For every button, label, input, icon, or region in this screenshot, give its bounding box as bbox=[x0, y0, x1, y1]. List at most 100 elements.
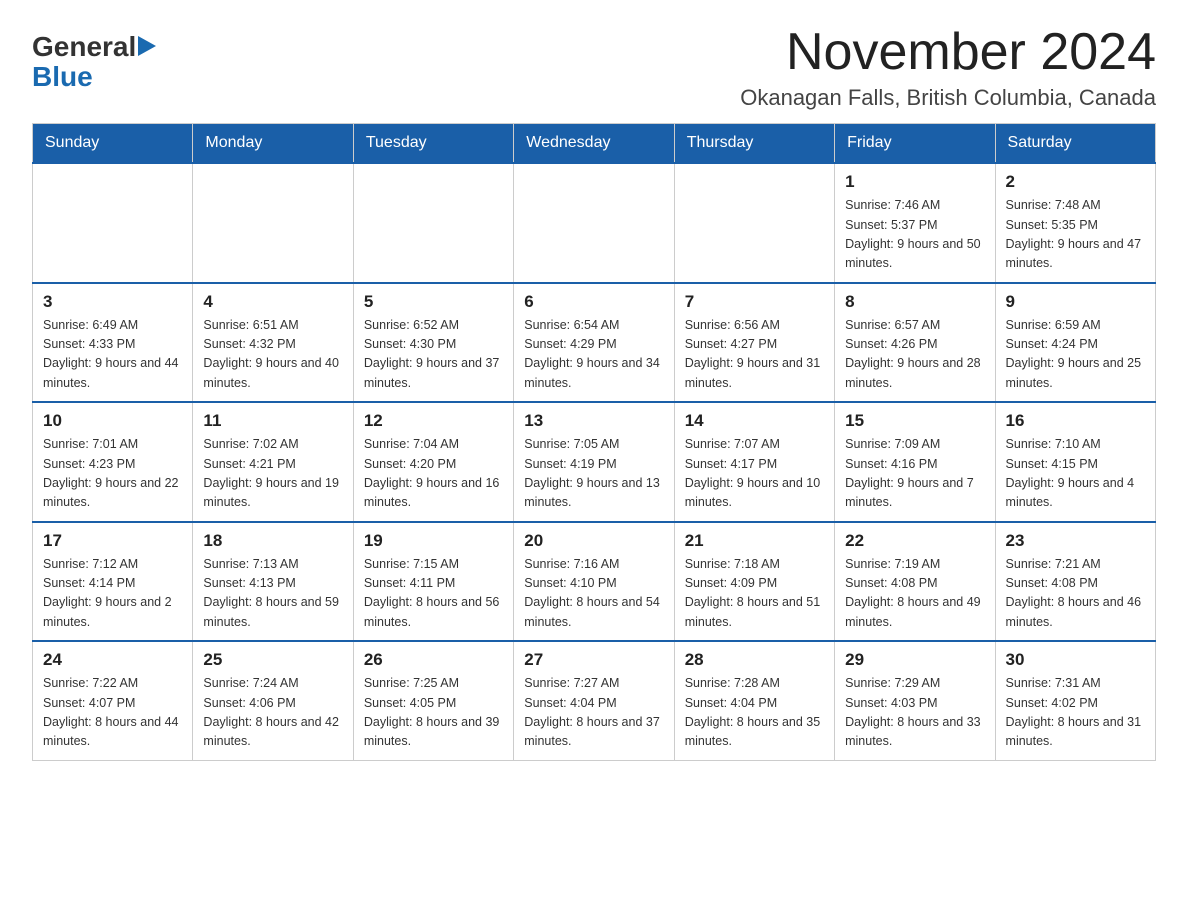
day-number: 9 bbox=[1006, 292, 1145, 312]
day-info: Sunrise: 7:24 AMSunset: 4:06 PMDaylight:… bbox=[203, 674, 342, 752]
day-number: 24 bbox=[43, 650, 182, 670]
table-row: 30 Sunrise: 7:31 AMSunset: 4:02 PMDayligh… bbox=[995, 641, 1155, 760]
day-number: 7 bbox=[685, 292, 824, 312]
table-row: 27 Sunrise: 7:27 AMSunset: 4:04 PMDayligh… bbox=[514, 641, 674, 760]
day-info: Sunrise: 7:04 AMSunset: 4:20 PMDaylight:… bbox=[364, 435, 503, 513]
title-block: November 2024 Okanagan Falls, British Co… bbox=[740, 24, 1156, 111]
day-info: Sunrise: 7:28 AMSunset: 4:04 PMDaylight:… bbox=[685, 674, 824, 752]
table-row: 24Sunrise: 7:22 AMSunset: 4:07 PMDayligh… bbox=[33, 641, 193, 760]
table-row: 14 Sunrise: 7:07 AMSunset: 4:17 PMDayligh… bbox=[674, 402, 834, 522]
day-number: 2 bbox=[1006, 172, 1145, 192]
day-info: Sunrise: 7:01 AMSunset: 4:23 PMDaylight:… bbox=[43, 435, 182, 513]
day-number: 1 bbox=[845, 172, 984, 192]
calendar-week-row: 17 Sunrise: 7:12 AMSunset: 4:14 PMDayligh… bbox=[33, 522, 1156, 642]
day-number: 21 bbox=[685, 531, 824, 551]
day-number: 13 bbox=[524, 411, 663, 431]
table-row: 12 Sunrise: 7:04 AMSunset: 4:20 PMDayligh… bbox=[353, 402, 513, 522]
day-number: 4 bbox=[203, 292, 342, 312]
day-info: Sunrise: 7:18 AMSunset: 4:09 PMDaylight:… bbox=[685, 555, 824, 633]
day-info: Sunrise: 6:56 AMSunset: 4:27 PMDaylight:… bbox=[685, 316, 824, 394]
table-row: 13 Sunrise: 7:05 AMSunset: 4:19 PMDayligh… bbox=[514, 402, 674, 522]
day-info: Sunrise: 7:05 AMSunset: 4:19 PMDaylight:… bbox=[524, 435, 663, 513]
header-sunday: Sunday bbox=[33, 124, 193, 164]
day-info: Sunrise: 6:51 AMSunset: 4:32 PMDaylight:… bbox=[203, 316, 342, 394]
logo: General Blue bbox=[32, 32, 156, 91]
logo-general: General bbox=[32, 33, 136, 61]
header-saturday: Saturday bbox=[995, 124, 1155, 164]
header-tuesday: Tuesday bbox=[353, 124, 513, 164]
day-number: 12 bbox=[364, 411, 503, 431]
day-info: Sunrise: 6:54 AMSunset: 4:29 PMDaylight:… bbox=[524, 316, 663, 394]
day-info: Sunrise: 7:27 AMSunset: 4:04 PMDaylight:… bbox=[524, 674, 663, 752]
day-info: Sunrise: 7:13 AMSunset: 4:13 PMDaylight:… bbox=[203, 555, 342, 633]
header-friday: Friday bbox=[835, 124, 995, 164]
table-row: 26 Sunrise: 7:25 AMSunset: 4:05 PMDayligh… bbox=[353, 641, 513, 760]
day-info: Sunrise: 7:02 AMSunset: 4:21 PMDaylight:… bbox=[203, 435, 342, 513]
header-wednesday: Wednesday bbox=[514, 124, 674, 164]
day-info: Sunrise: 7:48 AMSunset: 5:35 PMDaylight:… bbox=[1006, 196, 1145, 274]
table-row: 4 Sunrise: 6:51 AMSunset: 4:32 PMDaylight… bbox=[193, 283, 353, 403]
table-row: 9 Sunrise: 6:59 AMSunset: 4:24 PMDaylight… bbox=[995, 283, 1155, 403]
table-row: 19 Sunrise: 7:15 AMSunset: 4:11 PMDayligh… bbox=[353, 522, 513, 642]
table-row: 3 Sunrise: 6:49 AMSunset: 4:33 PMDaylight… bbox=[33, 283, 193, 403]
day-info: Sunrise: 7:29 AMSunset: 4:03 PMDaylight:… bbox=[845, 674, 984, 752]
table-row bbox=[33, 163, 193, 283]
table-row: 25Sunrise: 7:24 AMSunset: 4:06 PMDayligh… bbox=[193, 641, 353, 760]
calendar-week-row: 24Sunrise: 7:22 AMSunset: 4:07 PMDayligh… bbox=[33, 641, 1156, 760]
day-number: 3 bbox=[43, 292, 182, 312]
table-row: 28Sunrise: 7:28 AMSunset: 4:04 PMDayligh… bbox=[674, 641, 834, 760]
page-header: General Blue November 2024 Okanagan Fall… bbox=[32, 24, 1156, 111]
table-row: 8 Sunrise: 6:57 AMSunset: 4:26 PMDaylight… bbox=[835, 283, 995, 403]
day-number: 16 bbox=[1006, 411, 1145, 431]
calendar-week-row: 10 Sunrise: 7:01 AMSunset: 4:23 PMDayligh… bbox=[33, 402, 1156, 522]
day-number: 6 bbox=[524, 292, 663, 312]
day-number: 22 bbox=[845, 531, 984, 551]
day-info: Sunrise: 7:46 AMSunset: 5:37 PMDaylight:… bbox=[845, 196, 984, 274]
day-info: Sunrise: 6:49 AMSunset: 4:33 PMDaylight:… bbox=[43, 316, 182, 394]
day-info: Sunrise: 7:15 AMSunset: 4:11 PMDaylight:… bbox=[364, 555, 503, 633]
day-info: Sunrise: 7:31 AMSunset: 4:02 PMDaylight:… bbox=[1006, 674, 1145, 752]
day-number: 29 bbox=[845, 650, 984, 670]
table-row: 22Sunrise: 7:19 AMSunset: 4:08 PMDayligh… bbox=[835, 522, 995, 642]
table-row: 6 Sunrise: 6:54 AMSunset: 4:29 PMDaylight… bbox=[514, 283, 674, 403]
table-row: 10 Sunrise: 7:01 AMSunset: 4:23 PMDayligh… bbox=[33, 402, 193, 522]
day-number: 23 bbox=[1006, 531, 1145, 551]
day-number: 17 bbox=[43, 531, 182, 551]
location-title: Okanagan Falls, British Columbia, Canada bbox=[740, 85, 1156, 111]
weekday-header-row: Sunday Monday Tuesday Wednesday Thursday… bbox=[33, 124, 1156, 164]
day-number: 18 bbox=[203, 531, 342, 551]
day-number: 30 bbox=[1006, 650, 1145, 670]
day-info: Sunrise: 7:10 AMSunset: 4:15 PMDaylight:… bbox=[1006, 435, 1145, 513]
calendar-table: Sunday Monday Tuesday Wednesday Thursday… bbox=[32, 123, 1156, 761]
day-number: 19 bbox=[364, 531, 503, 551]
day-number: 11 bbox=[203, 411, 342, 431]
day-info: Sunrise: 6:59 AMSunset: 4:24 PMDaylight:… bbox=[1006, 316, 1145, 394]
table-row: 16 Sunrise: 7:10 AMSunset: 4:15 PMDayligh… bbox=[995, 402, 1155, 522]
day-info: Sunrise: 7:07 AMSunset: 4:17 PMDaylight:… bbox=[685, 435, 824, 513]
logo-triangle-icon bbox=[138, 36, 156, 61]
day-info: Sunrise: 7:21 AMSunset: 4:08 PMDaylight:… bbox=[1006, 555, 1145, 633]
day-number: 5 bbox=[364, 292, 503, 312]
day-info: Sunrise: 7:12 AMSunset: 4:14 PMDaylight:… bbox=[43, 555, 182, 633]
day-number: 27 bbox=[524, 650, 663, 670]
month-title: November 2024 bbox=[740, 24, 1156, 81]
day-number: 14 bbox=[685, 411, 824, 431]
table-row bbox=[193, 163, 353, 283]
table-row: 5 Sunrise: 6:52 AMSunset: 4:30 PMDaylight… bbox=[353, 283, 513, 403]
table-row: 20Sunrise: 7:16 AMSunset: 4:10 PMDayligh… bbox=[514, 522, 674, 642]
table-row bbox=[674, 163, 834, 283]
day-number: 26 bbox=[364, 650, 503, 670]
table-row bbox=[514, 163, 674, 283]
table-row bbox=[353, 163, 513, 283]
day-info: Sunrise: 6:52 AMSunset: 4:30 PMDaylight:… bbox=[364, 316, 503, 394]
table-row: 7 Sunrise: 6:56 AMSunset: 4:27 PMDaylight… bbox=[674, 283, 834, 403]
day-number: 8 bbox=[845, 292, 984, 312]
day-number: 20 bbox=[524, 531, 663, 551]
day-number: 15 bbox=[845, 411, 984, 431]
table-row: 2 Sunrise: 7:48 AMSunset: 5:35 PMDaylight… bbox=[995, 163, 1155, 283]
day-info: Sunrise: 6:57 AMSunset: 4:26 PMDaylight:… bbox=[845, 316, 984, 394]
day-info: Sunrise: 7:25 AMSunset: 4:05 PMDaylight:… bbox=[364, 674, 503, 752]
table-row: 15Sunrise: 7:09 AMSunset: 4:16 PMDayligh… bbox=[835, 402, 995, 522]
day-number: 10 bbox=[43, 411, 182, 431]
header-monday: Monday bbox=[193, 124, 353, 164]
